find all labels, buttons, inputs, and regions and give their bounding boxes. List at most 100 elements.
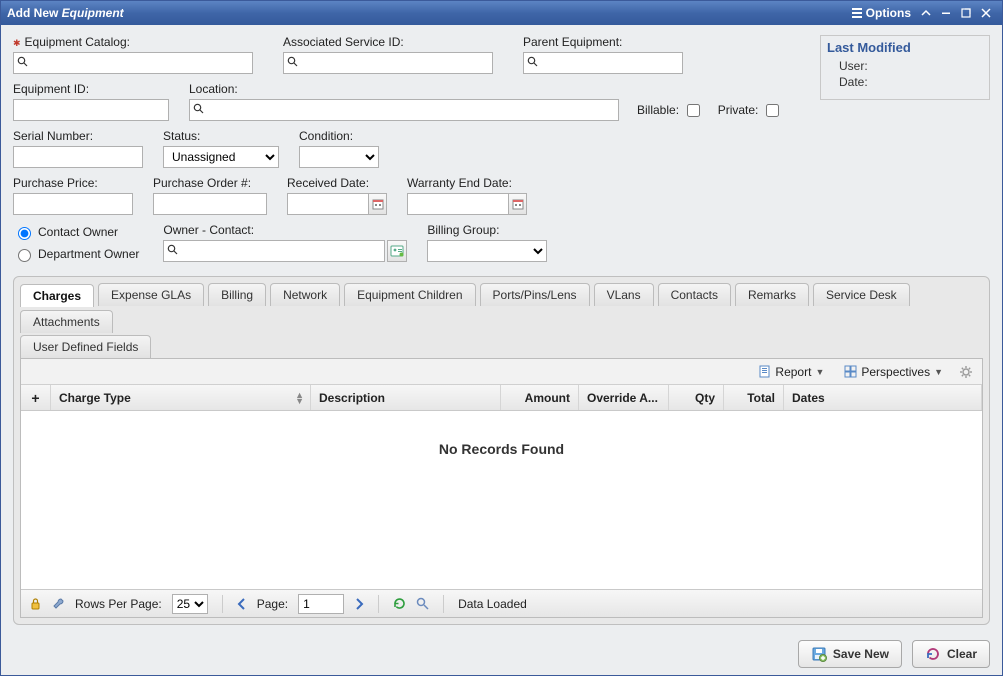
next-page-button[interactable] <box>354 598 364 610</box>
private-label: Private: <box>718 103 759 117</box>
save-new-label: Save New <box>833 647 889 661</box>
clear-icon <box>925 646 941 662</box>
button-bar: Save New Clear <box>1 633 1002 675</box>
tab-attachments[interactable]: Attachments <box>20 310 113 333</box>
warranty-end-date-picker[interactable] <box>508 194 526 214</box>
purchase-order-input[interactable] <box>153 193 267 215</box>
prev-page-button[interactable] <box>237 598 247 610</box>
billable-private-checks: Billable: Private: <box>637 99 782 121</box>
tabs-panel: Charges Expense GLAs Billing Network Equ… <box>13 276 990 625</box>
tab-expense-glas[interactable]: Expense GLAs <box>98 283 204 306</box>
tab-remarks[interactable]: Remarks <box>735 283 809 306</box>
received-date-picker[interactable] <box>368 194 386 214</box>
lock-button[interactable] <box>29 597 42 610</box>
tab-billing[interactable]: Billing <box>208 283 266 306</box>
col-amount[interactable]: Amount <box>501 385 579 410</box>
calendar-icon <box>372 198 384 210</box>
window: Add New Equipment Options Last Modified … <box>0 0 1003 676</box>
private-checkbox[interactable] <box>766 104 779 117</box>
equipment-id-input[interactable] <box>13 99 169 121</box>
minimize-button[interactable] <box>936 1 956 25</box>
perspectives-button[interactable]: Perspectives ▼ <box>837 362 950 382</box>
close-button[interactable] <box>976 1 996 25</box>
equipment-catalog-input[interactable] <box>13 52 253 74</box>
tab-user-defined-fields[interactable]: User Defined Fields <box>20 335 151 358</box>
save-new-button[interactable]: Save New <box>798 640 902 668</box>
window-title: Add New Equipment <box>7 6 124 20</box>
search-button[interactable] <box>416 597 429 610</box>
form-area: Last Modified User: Date: Equipment Cata… <box>13 35 990 270</box>
purchase-price-input[interactable] <box>13 193 133 215</box>
wrench-icon <box>52 597 65 610</box>
last-modified-title: Last Modified <box>827 40 983 55</box>
parent-equipment-input[interactable] <box>523 52 683 74</box>
serial-number-field: Serial Number: <box>13 129 143 168</box>
owner-contact-input[interactable] <box>163 240 385 262</box>
owner-radio-group: Contact Owner Department Owner <box>13 224 139 262</box>
associated-service-id-input[interactable] <box>283 52 493 74</box>
grid-footer: Rows Per Page: 25 Page: <box>21 589 982 617</box>
contact-owner-radio-label[interactable]: Contact Owner <box>13 224 139 240</box>
maximize-button[interactable] <box>956 1 976 25</box>
rows-per-page-label: Rows Per Page: <box>75 597 162 611</box>
col-dates[interactable]: Dates <box>784 385 982 410</box>
tab-equipment-children[interactable]: Equipment Children <box>344 283 475 306</box>
col-total[interactable]: Total <box>724 385 784 410</box>
sort-icon: ▲▼ <box>295 392 304 404</box>
condition-label: Condition: <box>299 129 379 143</box>
parent-equipment-label: Parent Equipment: <box>523 35 683 49</box>
col-qty[interactable]: Qty <box>669 385 724 410</box>
location-input[interactable] <box>189 99 619 121</box>
warranty-end-date-field: Warranty End Date: <box>407 176 527 215</box>
add-row-button[interactable]: + <box>21 385 51 410</box>
tab-ports-pins-lens[interactable]: Ports/Pins/Lens <box>480 283 590 306</box>
grid-settings-button[interactable] <box>956 362 976 382</box>
owner-contact-field: Owner - Contact: <box>163 223 407 262</box>
parent-equipment-field: Parent Equipment: <box>523 35 683 74</box>
condition-field: Condition: <box>299 129 379 168</box>
report-button[interactable]: Report ▼ <box>751 362 831 382</box>
page-input[interactable] <box>298 594 344 614</box>
refresh-button[interactable] <box>393 597 406 610</box>
tab-network[interactable]: Network <box>270 283 340 306</box>
tab-contacts[interactable]: Contacts <box>658 283 731 306</box>
received-date-label: Received Date: <box>287 176 387 190</box>
body: Last Modified User: Date: Equipment Cata… <box>1 25 1002 633</box>
billing-group-select[interactable] <box>427 240 547 262</box>
collapse-button[interactable] <box>916 1 936 25</box>
tab-charges[interactable]: Charges <box>20 284 94 307</box>
clear-button[interactable]: Clear <box>912 640 990 668</box>
purchase-order-field: Purchase Order #: <box>153 176 267 215</box>
col-total-label: Total <box>747 391 775 405</box>
grid-header: + Charge Type ▲▼ Description Amount Over… <box>21 385 982 411</box>
rows-per-page-select[interactable]: 25 <box>172 594 208 614</box>
condition-select[interactable] <box>299 146 379 168</box>
options-icon <box>851 7 863 19</box>
tab-service-desk[interactable]: Service Desk <box>813 283 910 306</box>
chevron-right-icon <box>354 598 364 610</box>
serial-number-input[interactable] <box>13 146 143 168</box>
lock-icon <box>29 597 42 610</box>
department-owner-radio[interactable] <box>18 249 31 262</box>
chevron-up-icon <box>921 8 931 18</box>
contact-owner-radio[interactable] <box>18 227 31 240</box>
tab-content: Report ▼ Perspectives ▼ + <box>20 358 983 618</box>
col-charge-type[interactable]: Charge Type ▲▼ <box>51 385 311 410</box>
department-owner-radio-label[interactable]: Department Owner <box>13 246 139 262</box>
owner-contact-lookup-button[interactable] <box>387 240 407 262</box>
options-button[interactable]: Options <box>846 1 916 25</box>
col-qty-label: Qty <box>695 391 715 405</box>
col-description[interactable]: Description <box>311 385 501 410</box>
page-label: Page: <box>257 597 288 611</box>
report-label: Report <box>775 365 811 379</box>
chevron-down-icon: ▼ <box>934 367 943 377</box>
status-select[interactable]: Unassigned <box>163 146 279 168</box>
tab-vlans[interactable]: VLans <box>594 283 654 306</box>
billable-label: Billable: <box>637 103 679 117</box>
billable-checkbox[interactable] <box>687 104 700 117</box>
col-override[interactable]: Override A... <box>579 385 669 410</box>
owner-contact-label: Owner - Contact: <box>163 223 407 237</box>
col-charge-type-label: Charge Type <box>59 391 131 405</box>
wrench-button[interactable] <box>52 597 65 610</box>
equipment-id-label: Equipment ID: <box>13 82 169 96</box>
